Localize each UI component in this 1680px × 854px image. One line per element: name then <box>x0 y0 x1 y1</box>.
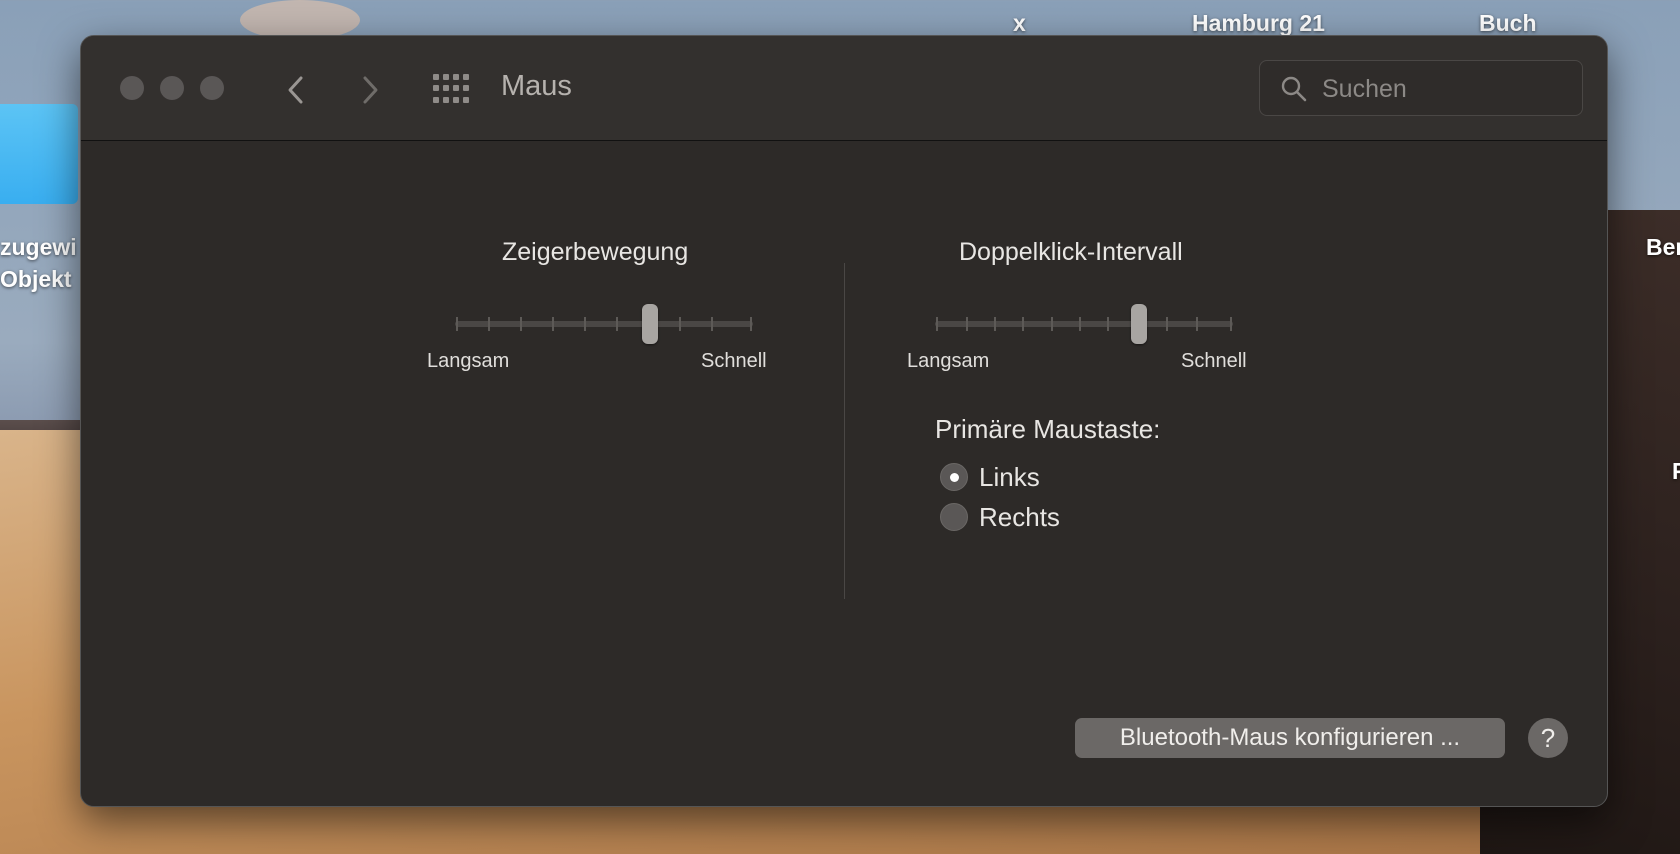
slider-tick <box>1166 317 1168 331</box>
wallpaper-cloud <box>240 0 360 40</box>
slider-tick <box>488 317 490 331</box>
slider-tick <box>520 317 522 331</box>
double-click-min-label: Langsam <box>907 350 990 372</box>
desktop-label-buch[interactable]: Buch <box>1479 10 1537 37</box>
slider-tick <box>679 317 681 331</box>
slider-tick <box>1107 317 1109 331</box>
chevron-right-icon <box>363 76 378 104</box>
slider-tick <box>994 317 996 331</box>
double-click-title: Doppelklick-Intervall <box>959 238 1183 266</box>
desktop-label-hamburg[interactable]: Hamburg 21 <box>1192 10 1325 37</box>
slider-tick <box>616 317 618 331</box>
slider-tick <box>552 317 554 331</box>
mouse-preferences-window: Maus Zeigerbewegung Langsam Schnell Dopp… <box>80 35 1608 807</box>
desktop-label-ber[interactable]: Ber <box>1646 234 1680 261</box>
desktop-label-objekt[interactable]: Objekt <box>0 266 72 293</box>
pointer-speed-track[interactable] <box>455 321 753 327</box>
slider-tick <box>1051 317 1053 331</box>
slider-tick <box>1230 317 1232 331</box>
forward-button[interactable] <box>353 70 387 110</box>
search-field[interactable] <box>1259 60 1583 117</box>
desktop-label-zugewi[interactable]: zugewi <box>0 234 77 261</box>
desktop-label-x[interactable]: x <box>1013 10 1026 37</box>
slider-tick <box>584 317 586 331</box>
desktop-label-f[interactable]: F <box>1672 458 1680 485</box>
close-button[interactable] <box>120 76 144 100</box>
search-input[interactable] <box>1320 61 1574 117</box>
radio-links-label[interactable]: Links <box>979 462 1040 493</box>
slider-tick <box>1196 317 1198 331</box>
section-divider <box>844 263 845 599</box>
search-icon <box>1281 76 1307 102</box>
slider-tick <box>966 317 968 331</box>
show-all-grid-icon[interactable] <box>433 74 469 104</box>
bluetooth-setup-button[interactable]: Bluetooth-Maus konfigurieren ... <box>1075 718 1505 758</box>
radio-links[interactable] <box>940 463 968 491</box>
radio-rechts[interactable] <box>940 503 968 531</box>
double-click-max-label: Schnell <box>1181 350 1247 372</box>
back-button[interactable] <box>279 70 313 110</box>
slider-tick <box>1022 317 1024 331</box>
double-click-knob[interactable] <box>1131 304 1147 344</box>
radio-rechts-label[interactable]: Rechts <box>979 502 1060 533</box>
slider-tick <box>456 317 458 331</box>
slider-tick <box>1079 317 1081 331</box>
desktop-folder-icon[interactable] <box>0 104 78 204</box>
double-click-track[interactable] <box>935 321 1233 327</box>
titlebar: Maus <box>81 36 1607 141</box>
slider-tick <box>750 317 752 331</box>
help-button[interactable]: ? <box>1528 718 1568 758</box>
pointer-speed-min-label: Langsam <box>427 350 510 372</box>
chevron-left-icon <box>288 76 303 104</box>
slider-tick <box>711 317 713 331</box>
minimize-button[interactable] <box>160 76 184 100</box>
pointer-speed-title: Zeigerbewegung <box>502 238 689 266</box>
window-title: Maus <box>501 70 572 102</box>
slider-tick <box>936 317 938 331</box>
pointer-speed-knob[interactable] <box>642 304 658 344</box>
pointer-speed-max-label: Schnell <box>701 350 767 372</box>
zoom-button[interactable] <box>200 76 224 100</box>
primary-button-label: Primäre Maustaste: <box>935 414 1161 444</box>
